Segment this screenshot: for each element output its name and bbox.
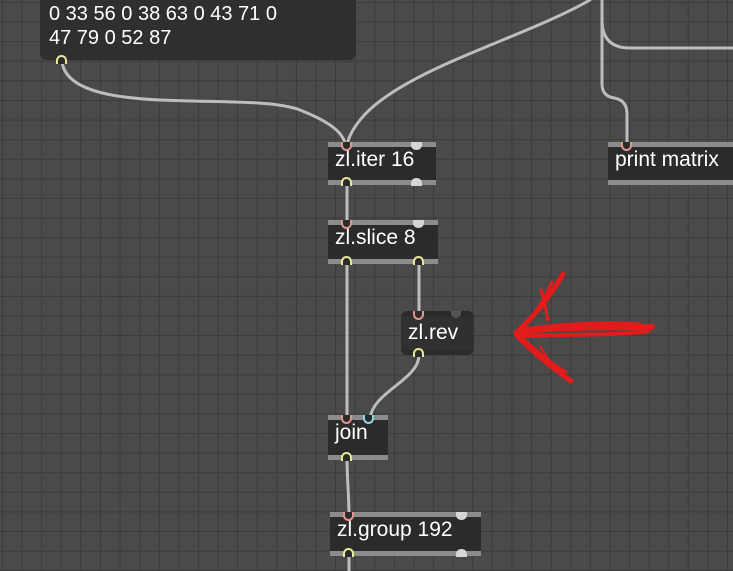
- patch-cords-layer: [60, 0, 733, 571]
- object-print-matrix-label: print matrix: [615, 148, 719, 171]
- patch-cord-incoming-to-print[interactable]: [600, 0, 629, 148]
- patch-cord-rev-to-join[interactable]: [368, 353, 421, 421]
- patch-cord-right-branch[interactable]: [600, 18, 733, 50]
- object-zl-rev[interactable]: zl.rev: [401, 311, 474, 355]
- object-zl-iter-label: zl.iter 16: [335, 148, 415, 171]
- message-line-1: 0 33 56 0 38 63 0 43 71 0: [49, 3, 277, 25]
- red-arrow-annotation: [513, 271, 655, 384]
- zl-iter-right-outlet[interactable]: [411, 178, 422, 186]
- zl-slice-left-outlet[interactable]: [341, 256, 352, 265]
- message-line-2: 47 79 0 52 87: [49, 27, 172, 49]
- patch-cord-join-to-group[interactable]: [345, 455, 351, 518]
- patch-cord-msg-to-iter[interactable]: [60, 60, 348, 148]
- zl-iter-left-outlet[interactable]: [341, 177, 352, 186]
- zl-slice-right-outlet[interactable]: [413, 256, 424, 265]
- object-zl-slice-label: zl.slice 8: [335, 226, 416, 249]
- message-box-matrix[interactable]: 0 33 56 0 38 63 0 43 71 0 47 79 0 52 87: [40, 0, 356, 60]
- zl-group-left-outlet[interactable]: [343, 548, 354, 557]
- object-join-label: join: [335, 421, 368, 444]
- object-zl-rev-label: zl.rev: [408, 321, 459, 344]
- join-outlet[interactable]: [341, 452, 352, 461]
- object-zl-group-label: zl.group 192: [337, 518, 453, 541]
- zl-rev-outlet[interactable]: [413, 348, 424, 357]
- message-box-outlet[interactable]: [56, 55, 67, 64]
- object-join[interactable]: join: [328, 415, 388, 460]
- zl-group-right-outlet[interactable]: [456, 549, 467, 557]
- patch-cord-incoming-to-iter[interactable]: [345, 0, 592, 148]
